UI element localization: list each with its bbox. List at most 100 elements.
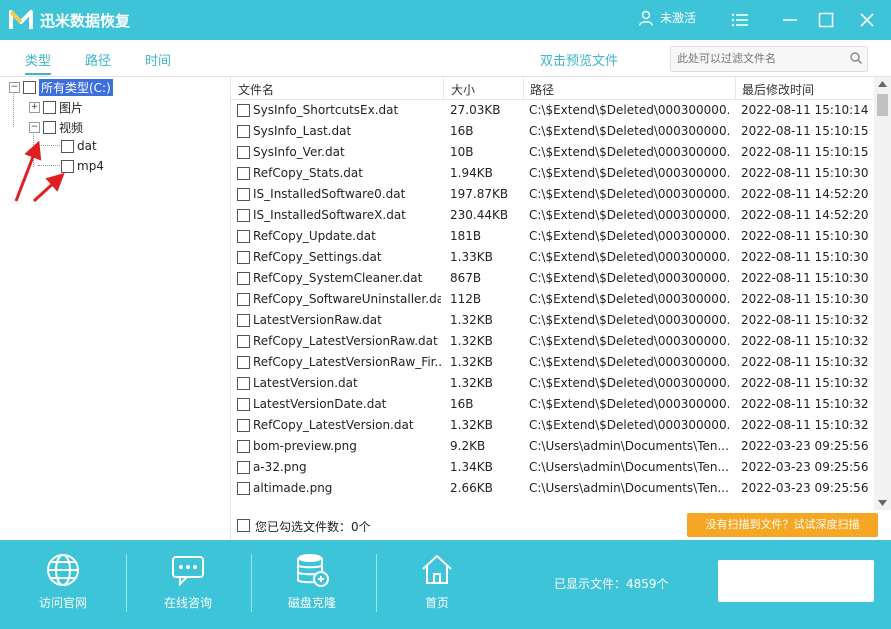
table-row[interactable]: a-32.png 1.34KB C:\Users\admin\Documents\T… <box>231 457 874 478</box>
file-modified: 2022-08-11 15:10:32 <box>741 355 869 369</box>
tree-node-root[interactable]: − 所有类型(C:) <box>9 79 113 96</box>
table-row[interactable]: SysInfo_Ver.dat 10B C:\$Extend\$Deleted\00… <box>231 142 874 163</box>
file-modified: 2022-08-11 15:10:32 <box>741 418 869 432</box>
row-checkbox[interactable] <box>237 146 250 159</box>
row-checkbox[interactable] <box>237 104 250 117</box>
row-checkbox[interactable] <box>237 230 250 243</box>
search-icon[interactable] <box>849 51 863 65</box>
chat-icon <box>172 556 204 587</box>
tree-root-checkbox[interactable] <box>23 81 36 94</box>
file-size: 181B <box>450 229 482 243</box>
table-row[interactable]: IS_InstalledSoftwareX.dat 230.44KB C:\$Ext… <box>231 205 874 226</box>
table-row[interactable]: RefCopy_SoftwareUninstaller.dat 112B C:\$E… <box>231 289 874 310</box>
preview-hint: 双击预览文件 <box>540 54 619 69</box>
scroll-down-icon[interactable] <box>878 500 887 506</box>
bottom-nav-bar: 访问官网 在线咨询 磁盘克隆 首页 已显示文件：4859个 <box>0 540 891 629</box>
file-modified: 2022-03-23 09:25:56 <box>741 460 869 474</box>
select-all-checkbox[interactable] <box>237 519 250 532</box>
globe-icon <box>47 554 79 586</box>
file-name: altimade.png <box>253 481 333 495</box>
column-header-path[interactable]: 路径 <box>530 81 554 98</box>
table-row[interactable]: bom-preview.png 9.2KB C:\Users\admin\Docum… <box>231 436 874 457</box>
file-path: C:\$Extend\$Deleted\000300000... <box>529 355 729 369</box>
table-row[interactable]: RefCopy_Stats.dat 1.94KB C:\$Extend\$Delet… <box>231 163 874 184</box>
user-account[interactable]: 未激活 <box>638 9 696 26</box>
row-checkbox[interactable] <box>237 272 250 285</box>
file-size: 1.32KB <box>450 355 493 369</box>
table-row[interactable]: RefCopy_LatestVersionRaw.dat 1.32KB C:\$Ex… <box>231 331 874 352</box>
nav-home[interactable]: 首页 <box>387 552 487 611</box>
table-row[interactable]: RefCopy_SystemCleaner.dat 867B C:\$Extend\… <box>231 268 874 289</box>
nav-consult[interactable]: 在线咨询 <box>138 552 238 611</box>
category-tree: − 所有类型(C:) + 图片 − 视频 dat mp4 <box>0 77 231 540</box>
menu-button[interactable] <box>728 8 752 32</box>
tab-path[interactable]: 路径 <box>85 50 111 69</box>
row-checkbox[interactable] <box>237 251 250 264</box>
table-row[interactable]: LatestVersionDate.dat 16B C:\$Extend\$Dele… <box>231 394 874 415</box>
file-name: RefCopy_SystemCleaner.dat <box>253 271 423 285</box>
row-checkbox[interactable] <box>237 125 250 138</box>
expand-images-toggle[interactable]: + <box>29 102 40 113</box>
nav-disk-clone[interactable]: 磁盘克隆 <box>262 552 362 611</box>
tree-node-images[interactable]: + 图片 <box>29 99 83 116</box>
nav-website[interactable]: 访问官网 <box>13 552 113 611</box>
row-checkbox[interactable] <box>237 398 250 411</box>
file-path: C:\$Extend\$Deleted\000300000... <box>529 334 729 348</box>
file-name: RefCopy_LatestVersionRaw_Fir... <box>253 355 441 369</box>
row-checkbox[interactable] <box>237 314 250 327</box>
table-row[interactable]: RefCopy_LatestVersion.dat 1.32KB C:\$Exten… <box>231 415 874 436</box>
filter-input[interactable] <box>671 47 842 69</box>
row-checkbox[interactable] <box>237 293 250 306</box>
collapse-videos-toggle[interactable]: − <box>29 122 40 133</box>
table-row[interactable]: RefCopy_LatestVersionRaw_Fir... 1.32KB C:\… <box>231 352 874 373</box>
file-name: IS_InstalledSoftwareX.dat <box>253 208 406 222</box>
file-size: 197.87KB <box>450 187 509 201</box>
tree-images-checkbox[interactable] <box>43 101 56 114</box>
scroll-up-icon[interactable] <box>878 81 887 87</box>
file-path: C:\$Extend\$Deleted\000300000... <box>529 376 729 390</box>
column-header-name[interactable]: 文件名 <box>238 81 274 98</box>
column-header-modified[interactable]: 最后修改时间 <box>742 81 814 98</box>
table-row[interactable]: IS_InstalledSoftware0.dat 197.87KB C:\$Ext… <box>231 184 874 205</box>
table-row[interactable]: LatestVersion.dat 1.32KB C:\$Extend\$Delet… <box>231 373 874 394</box>
filter-box[interactable] <box>670 46 868 72</box>
row-checkbox[interactable] <box>237 482 250 495</box>
recover-button[interactable] <box>718 560 874 602</box>
tree-node-videos[interactable]: − 视频 <box>29 119 83 136</box>
tree-mp4-label: mp4 <box>77 159 104 173</box>
selected-count: 您已勾选文件数：0个 <box>255 520 371 534</box>
tab-time[interactable]: 时间 <box>145 50 171 69</box>
row-checkbox[interactable] <box>237 188 250 201</box>
table-row[interactable]: SysInfo_Last.dat 16B C:\$Extend\$Deleted\0… <box>231 121 874 142</box>
row-checkbox[interactable] <box>237 377 250 390</box>
table-row[interactable]: RefCopy_Settings.dat 1.33KB C:\$Extend\$De… <box>231 247 874 268</box>
minimize-button[interactable] <box>778 8 802 32</box>
row-checkbox[interactable] <box>237 167 250 180</box>
collapse-root-toggle[interactable]: − <box>9 82 20 93</box>
tree-videos-checkbox[interactable] <box>43 121 56 134</box>
file-modified: 2022-08-11 15:10:30 <box>741 292 869 306</box>
row-checkbox[interactable] <box>237 461 250 474</box>
shown-files-count: 已显示文件：4859个 <box>554 577 669 591</box>
row-checkbox[interactable] <box>237 419 250 432</box>
table-row[interactable]: RefCopy_Update.dat 181B C:\$Extend\$Delete… <box>231 226 874 247</box>
row-checkbox[interactable] <box>237 440 250 453</box>
table-row[interactable]: LatestVersionRaw.dat 1.32KB C:\$Extend\$De… <box>231 310 874 331</box>
column-header-size[interactable]: 大小 <box>451 81 475 98</box>
file-size: 16B <box>450 397 474 411</box>
deep-scan-button[interactable]: 没有扫描到文件？试试深度扫描 <box>687 513 878 537</box>
row-checkbox[interactable] <box>237 335 250 348</box>
row-checkbox[interactable] <box>237 356 250 369</box>
tab-type[interactable]: 类型 <box>25 50 52 75</box>
row-checkbox[interactable] <box>237 209 250 222</box>
maximize-button[interactable] <box>814 8 838 32</box>
table-row[interactable]: SysInfo_ShortcutsEx.dat 27.03KB C:\$Extend… <box>231 100 874 121</box>
file-path: C:\Users\admin\Documents\Ten... <box>529 439 729 453</box>
file-modified: 2022-08-11 15:10:30 <box>741 250 869 264</box>
scroll-thumb[interactable] <box>877 94 888 116</box>
table-row[interactable]: altimade.png 2.66KB C:\Users\admin\Documen… <box>231 478 874 499</box>
file-list-scrollbar[interactable] <box>874 77 891 510</box>
file-modified: 2022-08-11 15:10:15 <box>741 145 869 159</box>
close-button[interactable] <box>855 8 879 32</box>
user-status: 未激活 <box>660 11 697 25</box>
